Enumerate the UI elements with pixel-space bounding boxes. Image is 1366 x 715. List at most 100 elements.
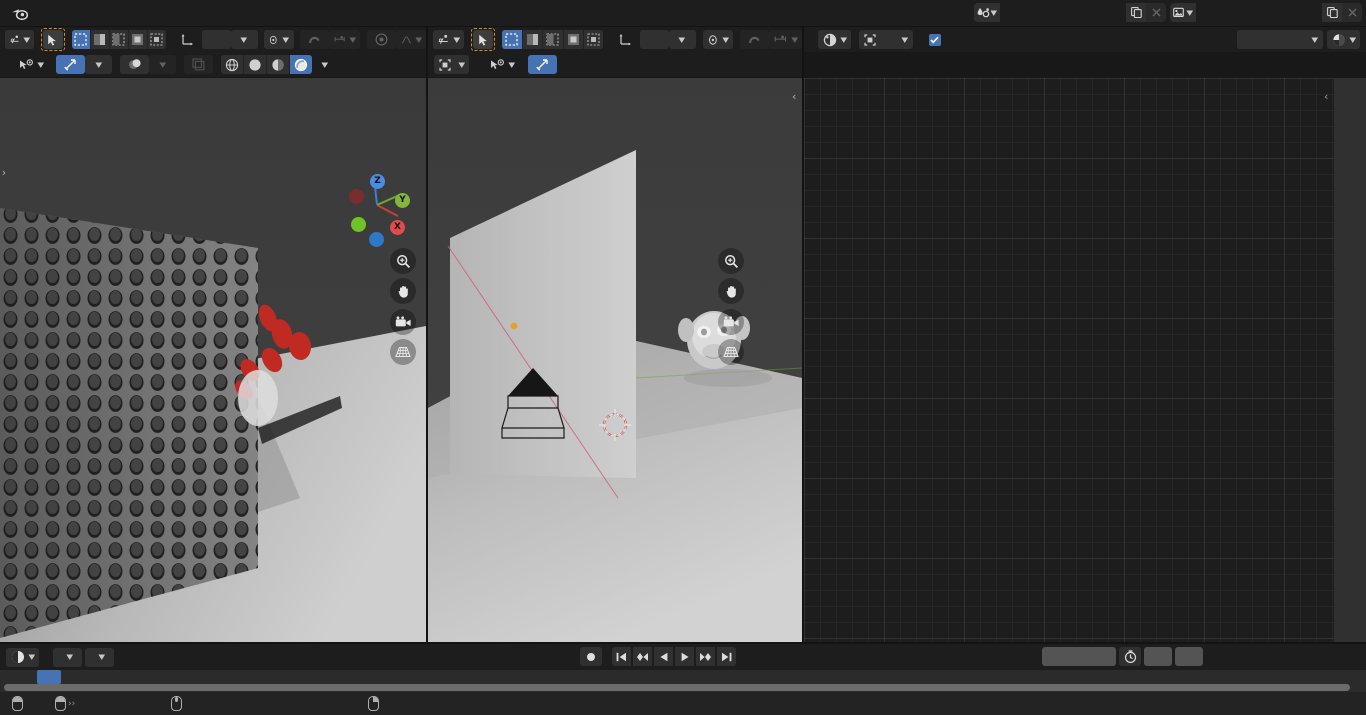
play-reverse-icon[interactable] xyxy=(654,647,673,666)
add-workspace-button[interactable] xyxy=(44,8,60,18)
viewport-right[interactable]: Z Y X ‹ xyxy=(428,78,802,642)
proportional-editing-icon[interactable] xyxy=(366,30,396,49)
scene-name-field[interactable] xyxy=(1000,3,1126,22)
wireframe-shading-icon[interactable] xyxy=(221,55,245,74)
grid-icon[interactable] xyxy=(390,339,416,365)
shading-chevron-down-icon[interactable]: ▼ xyxy=(312,55,337,74)
select-intersect-icon[interactable] xyxy=(148,30,166,49)
zoom-icon[interactable] xyxy=(390,248,416,274)
show-overlays-icon[interactable] xyxy=(56,55,86,74)
use-nodes-checkbox[interactable] xyxy=(928,33,946,46)
area-divider-2[interactable] xyxy=(802,27,804,642)
frame-start-field[interactable] xyxy=(1144,647,1172,666)
viewport-render-region-icon[interactable] xyxy=(184,55,214,74)
record-icon[interactable] xyxy=(580,647,602,666)
hand-icon[interactable] xyxy=(390,278,416,304)
auto-key-timer-icon[interactable] xyxy=(1119,647,1141,666)
timeline-horizontal-scrollbar[interactable] xyxy=(4,684,1350,691)
jump-end-icon[interactable] xyxy=(717,647,736,666)
select-set-icon[interactable] xyxy=(71,30,91,49)
pivot-point-icon[interactable]: ▼ xyxy=(264,30,294,49)
tool-settings-icon[interactable]: ▼ xyxy=(4,30,35,49)
new-view-layer-button[interactable] xyxy=(1322,3,1342,22)
proportional-falloff-icon[interactable]: ▼ xyxy=(395,30,426,49)
material-preview-shading-icon[interactable] xyxy=(267,55,291,74)
camera-icon-2[interactable] xyxy=(718,309,744,335)
overlays-chevron-down-icon[interactable]: ▼ xyxy=(85,55,113,74)
pivot-point-icon-2[interactable]: ▼ xyxy=(702,30,734,49)
unlink-scene-button[interactable] xyxy=(1146,3,1166,22)
new-scene-button[interactable] xyxy=(1126,3,1146,22)
gizmo-axis-negz-ball[interactable] xyxy=(369,232,384,247)
snap-target-icon-2[interactable]: ▼ xyxy=(769,30,802,49)
shader-type-dropdown[interactable]: ▼ xyxy=(859,30,913,49)
timeline-menu-view[interactable] xyxy=(117,654,131,660)
gizmo-axis-z-ball[interactable]: Z xyxy=(370,174,385,189)
snap-magnet-icon-2[interactable] xyxy=(740,30,770,49)
transform-orientation-chevron-down-icon[interactable]: ▼ xyxy=(230,30,258,49)
sidebar-toggle-right[interactable]: ‹ xyxy=(792,90,800,104)
hand-icon-2[interactable] xyxy=(718,278,744,304)
view-layer-icon[interactable]: ▼ xyxy=(1170,3,1196,22)
show-gizmo-icon[interactable]: ▼ xyxy=(14,55,48,74)
active-tool-select-box[interactable] xyxy=(40,28,65,51)
current-frame-field[interactable] xyxy=(1042,647,1116,666)
gizmo-axis-x-ball[interactable]: X xyxy=(390,220,405,235)
select-set-icon-2[interactable] xyxy=(502,30,523,49)
camera-icon[interactable] xyxy=(390,309,416,335)
gizmo-axis-negy-ball[interactable] xyxy=(351,217,366,232)
playhead[interactable] xyxy=(37,670,61,684)
xray-chevron-down-icon[interactable]: ▼ xyxy=(149,55,177,74)
transform-orientation-dropdown[interactable] xyxy=(201,30,231,49)
jump-start-icon[interactable] xyxy=(612,647,631,666)
shading-mode-group[interactable] xyxy=(221,55,313,74)
show-overlays-icon-2[interactable] xyxy=(527,55,557,74)
frame-end-field[interactable] xyxy=(1175,647,1203,666)
gizmo-axis-negx-ball[interactable] xyxy=(349,189,364,204)
prev-keyframe-icon[interactable] xyxy=(633,647,652,666)
show-gizmo-icon-2[interactable]: ▼ xyxy=(485,55,519,74)
active-tool-select-box-2[interactable] xyxy=(471,28,496,51)
object-mode-dropdown[interactable]: ▼ xyxy=(434,55,470,74)
timeline-strip[interactable] xyxy=(0,670,1366,692)
grid-icon-2[interactable] xyxy=(718,339,744,365)
tweak-tool-icon[interactable] xyxy=(42,30,63,49)
play-icon[interactable] xyxy=(675,647,694,666)
zoom-icon-2[interactable] xyxy=(718,248,744,274)
transform-orientation-icon[interactable] xyxy=(173,30,202,49)
keying-dropdown[interactable]: ▼ xyxy=(85,647,115,667)
area-divider-1[interactable] xyxy=(426,27,428,642)
remove-view-layer-button[interactable] xyxy=(1342,3,1362,22)
gizmo-axis-y-ball[interactable]: Y xyxy=(395,193,410,208)
view-layer-name-field[interactable] xyxy=(1196,3,1322,22)
transform-orientation-chevron-down-icon-2[interactable]: ▼ xyxy=(668,30,696,49)
shader-node-editor[interactable]: ‹ xyxy=(804,78,1334,642)
select-mode-group[interactable] xyxy=(71,30,166,49)
select-invert-icon-2[interactable] xyxy=(564,30,585,49)
node-sidebar-toggle[interactable]: ‹ xyxy=(1324,90,1332,104)
select-invert-icon[interactable] xyxy=(129,30,148,49)
transform-orientation-icon-2[interactable] xyxy=(611,30,640,49)
rendered-shading-icon[interactable] xyxy=(290,55,313,74)
scene-icon[interactable]: ▼ xyxy=(974,3,1000,22)
playback-dropdown[interactable]: ▼ xyxy=(53,647,83,667)
snap-target-icon[interactable]: ▼ xyxy=(329,30,361,49)
select-subtract-icon[interactable] xyxy=(110,30,129,49)
select-mode-group-2[interactable] xyxy=(502,30,604,49)
viewport-left[interactable]: Z Y X › xyxy=(0,78,426,642)
xray-toggle-icon[interactable] xyxy=(120,55,150,74)
select-intersect-icon-2[interactable] xyxy=(584,30,603,49)
select-extend-icon-2[interactable] xyxy=(523,30,544,49)
scene-selector[interactable]: ▼ xyxy=(974,3,1166,22)
next-keyframe-icon[interactable] xyxy=(696,647,715,666)
view-layer-selector[interactable]: ▼ xyxy=(1170,3,1362,22)
timeline-menu-marker[interactable] xyxy=(134,654,148,660)
select-subtract-icon-2[interactable] xyxy=(543,30,564,49)
editor-type-icon[interactable]: ▼ xyxy=(818,30,852,49)
snap-magnet-icon[interactable] xyxy=(300,30,330,49)
transform-orientation-dropdown-2[interactable] xyxy=(639,30,669,49)
select-extend-icon[interactable] xyxy=(91,30,110,49)
material-slot-dropdown[interactable]: ▼ xyxy=(1236,30,1323,49)
navigation-gizmo[interactable]: Z Y X xyxy=(348,174,410,247)
timeline-editor-type-icon[interactable]: ▼ xyxy=(6,647,40,667)
